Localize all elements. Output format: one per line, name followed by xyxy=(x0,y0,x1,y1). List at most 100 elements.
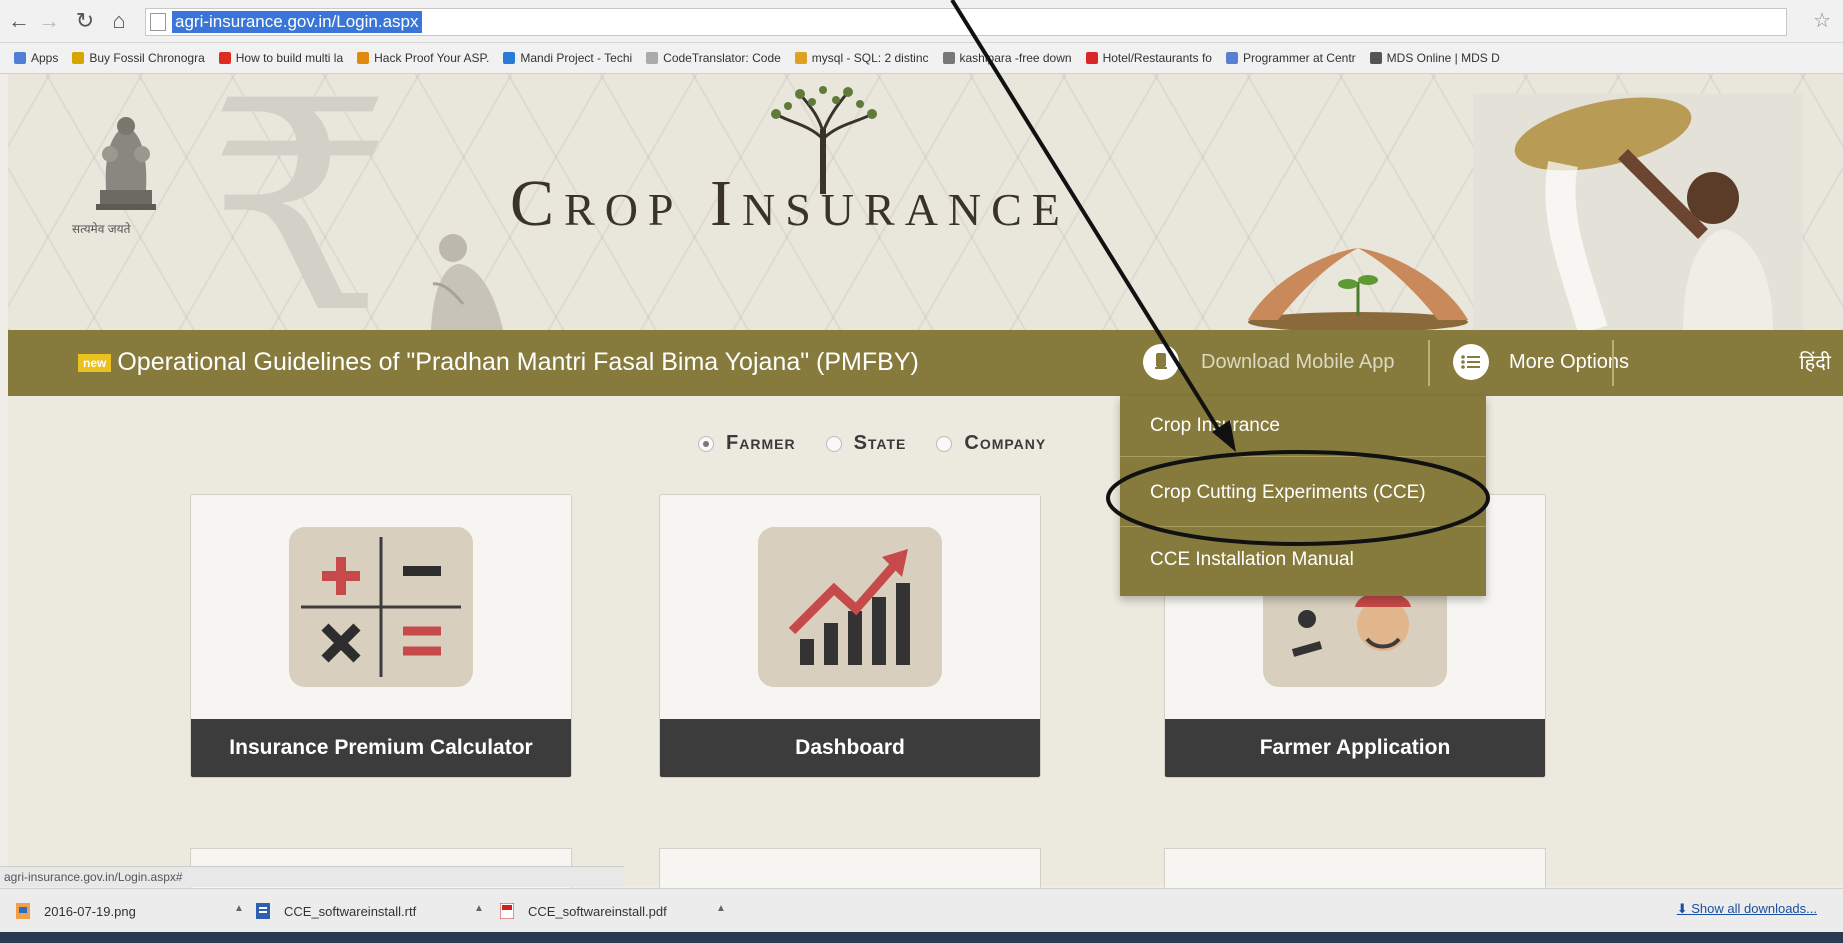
role-selector: Farmer State Company xyxy=(698,432,1046,455)
bookmark-item[interactable]: Hack Proof Your ASP. xyxy=(357,51,489,65)
bookmark-label: Buy Fossil Chronogra xyxy=(89,51,205,65)
news-link[interactable]: Operational Guidelines of "Pradhan Mantr… xyxy=(117,348,918,377)
bookmark-favicon-icon xyxy=(1225,52,1238,64)
farmer-winnowing-photo xyxy=(1473,94,1803,330)
page-icon xyxy=(150,13,166,31)
card-partial[interactable] xyxy=(659,848,1041,889)
status-bar-url: agri-insurance.gov.in/Login.aspx# xyxy=(0,866,624,887)
download-filename: 2016-07-19.png xyxy=(44,903,136,919)
reload-icon[interactable]: ↻ xyxy=(72,8,98,34)
more-options-button[interactable]: More Options xyxy=(1453,344,1629,380)
card-partial[interactable] xyxy=(1164,848,1546,889)
mobile-download-icon xyxy=(1143,344,1179,380)
menu-divider xyxy=(1120,526,1486,527)
bookmark-favicon-icon xyxy=(942,52,955,64)
bookmark-item[interactable]: CodeTranslator: Code xyxy=(646,51,781,65)
download-item-png[interactable]: 2016-07-19.png xyxy=(16,899,136,923)
bookmark-label: Apps xyxy=(31,51,59,65)
main-content: Farmer State Company Insurance Premium C… xyxy=(8,396,1843,889)
bookmark-item[interactable]: Programmer at Centr xyxy=(1225,51,1356,65)
menu-item-crop-insurance[interactable]: Crop Insurance xyxy=(1150,415,1280,437)
state-radio[interactable] xyxy=(825,435,842,452)
pdf-file-icon xyxy=(500,903,514,919)
chevron-icon[interactable]: ▲ xyxy=(234,903,244,914)
bookmark-favicon-icon xyxy=(218,52,231,64)
dashboard-card[interactable]: Dashboard xyxy=(659,494,1041,778)
chevron-icon[interactable]: ▲ xyxy=(716,903,726,914)
bookmark-favicon-icon xyxy=(1085,52,1098,64)
bookmark-favicon-icon xyxy=(14,52,26,64)
document-file-icon xyxy=(256,903,270,919)
news-ticker[interactable]: new Operational Guidelines of "Pradhan M… xyxy=(78,348,919,377)
download-mobile-app[interactable]: Download Mobile App xyxy=(1143,344,1394,380)
bookmark-favicon-icon xyxy=(503,52,516,64)
bookmark-label: CodeTranslator: Code xyxy=(663,51,781,65)
download-app-label: Download Mobile App xyxy=(1201,350,1395,373)
address-bar[interactable]: agri-insurance.gov.in/Login.aspx xyxy=(145,8,1787,36)
chevron-icon[interactable]: ▲ xyxy=(474,903,484,914)
download-item-rtf[interactable]: CCE_softwareinstall.rtf xyxy=(256,899,416,923)
nav-divider xyxy=(1612,340,1614,386)
calculator-icon xyxy=(289,527,473,687)
new-badge: new xyxy=(78,353,112,372)
chart-growth-icon xyxy=(758,527,942,687)
site-header-banner: ₹ सत्यमेव जयते Crop Insurance xyxy=(8,74,1843,330)
bookmarks-bar: Apps Buy Fossil Chronogra How to build mul… xyxy=(0,43,1843,74)
card-label: Dashboard xyxy=(660,719,1040,777)
image-file-icon xyxy=(16,903,30,919)
download-arrow-icon: ⬇ xyxy=(1676,901,1688,916)
hands-sapling-illustration xyxy=(1248,248,1468,330)
bookmark-label: MDS Online | MDS D xyxy=(1386,51,1500,65)
rupee-symbol-graphic: ₹ xyxy=(208,74,393,330)
language-toggle[interactable]: हिंदी xyxy=(1799,348,1831,375)
download-item-pdf[interactable]: CCE_softwareinstall.pdf xyxy=(500,899,667,923)
bookmark-item[interactable]: How to build multi la xyxy=(218,51,344,65)
bookmark-item[interactable]: MDS Online | MDS D xyxy=(1369,51,1500,65)
bookmark-favicon-icon xyxy=(357,52,370,64)
menu-divider xyxy=(1120,456,1486,457)
download-filename: CCE_softwareinstall.pdf xyxy=(528,903,667,919)
national-emblem-icon xyxy=(96,117,156,210)
top-navigation-bar: new Operational Guidelines of "Pradhan M… xyxy=(8,330,1843,396)
bookmark-favicon-icon xyxy=(646,52,659,64)
premium-calculator-card[interactable]: Insurance Premium Calculator xyxy=(190,494,572,778)
windows-taskbar xyxy=(0,932,1843,943)
bookmark-item[interactable]: Hotel/Restaurants fo xyxy=(1085,51,1212,65)
card-label: Farmer Application xyxy=(1165,719,1545,777)
bookmark-favicon-icon xyxy=(72,52,85,64)
role-option-company[interactable]: Company xyxy=(964,432,1046,455)
list-menu-icon xyxy=(1453,344,1489,380)
bookmark-label: How to build multi la xyxy=(235,51,344,65)
bookmark-item[interactable]: mysql - SQL: 2 distinc xyxy=(794,51,929,65)
bookmark-item[interactable]: kashipara -free down xyxy=(942,51,1072,65)
bookmark-label: Programmer at Centr xyxy=(1242,51,1356,65)
farmer-radio[interactable] xyxy=(698,435,714,452)
bookmark-item[interactable]: Buy Fossil Chronogra xyxy=(72,51,205,65)
bookmark-star-icon[interactable]: ☆ xyxy=(1813,8,1831,33)
bookmark-favicon-icon xyxy=(794,52,807,64)
downloads-bar: 2016-07-19.png ▲ CCE_softwareinstall.rtf… xyxy=(0,888,1843,933)
bookmark-label: kashipara -free down xyxy=(959,51,1072,65)
bookmark-label: mysql - SQL: 2 distinc xyxy=(811,51,929,65)
menu-item-cce[interactable]: Crop Cutting Experiments (CCE) xyxy=(1150,482,1426,504)
site-title: Crop Insurance xyxy=(510,167,1070,240)
home-icon[interactable]: ⌂ xyxy=(106,8,132,34)
bookmark-label: Hack Proof Your ASP. xyxy=(374,51,490,65)
bookmark-label: Mandi Project - Techi xyxy=(520,51,633,65)
role-option-state[interactable]: State xyxy=(854,432,907,455)
bookmark-label: Hotel/Restaurants fo xyxy=(1102,51,1212,65)
menu-item-cce-manual[interactable]: CCE Installation Manual xyxy=(1150,549,1354,571)
bookmark-favicon-icon xyxy=(1369,52,1382,64)
back-arrow-icon[interactable]: ← xyxy=(6,8,32,34)
bookmark-item[interactable]: Apps xyxy=(14,51,58,65)
download-filename: CCE_softwareinstall.rtf xyxy=(284,903,417,919)
forward-arrow-icon[interactable]: → xyxy=(36,8,62,34)
company-radio[interactable] xyxy=(936,435,953,452)
role-option-farmer[interactable]: Farmer xyxy=(726,432,796,455)
browser-toolbar: ← → ↻ ⌂ agri-insurance.gov.in/Login.aspx… xyxy=(0,0,1843,43)
show-all-downloads-link[interactable]: ⬇ Show all downloads... xyxy=(1677,901,1817,917)
emblem-caption: सत्यमेव जयते xyxy=(72,222,131,236)
url-text[interactable]: agri-insurance.gov.in/Login.aspx xyxy=(172,11,422,33)
show-all-label: Show all downloads... xyxy=(1691,901,1817,916)
bookmark-item[interactable]: Mandi Project - Techi xyxy=(503,51,632,65)
